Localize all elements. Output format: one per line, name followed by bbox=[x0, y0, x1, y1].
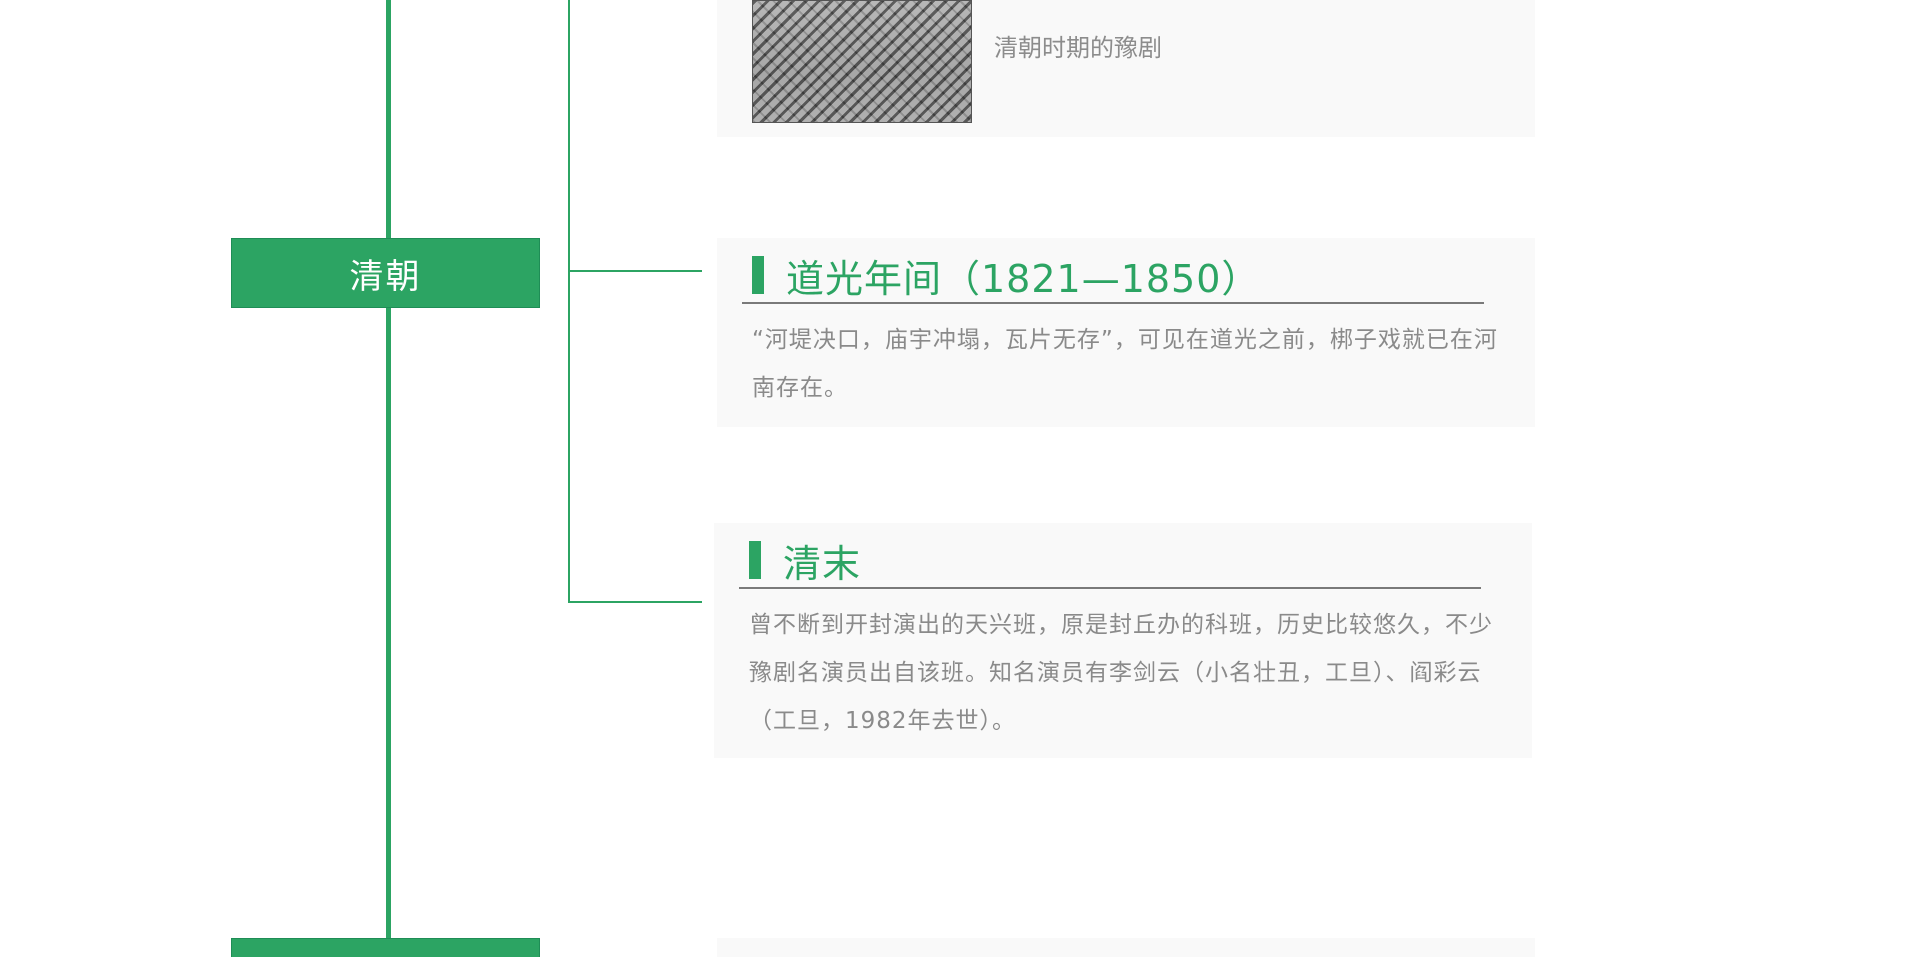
event-card-qingmo: 清末 曾不断到开封演出的天兴班，原是封丘办的科班，历史比较悠久，不少豫剧名演员出… bbox=[714, 523, 1532, 758]
era-label-qing: 清朝 bbox=[231, 238, 540, 308]
painting-card: 清朝时期的豫剧 bbox=[717, 0, 1535, 137]
timeline-page: 清朝 清朝时期的豫剧 道光年间（1821—1850） “河堤决口，庙宇冲塌，瓦片… bbox=[0, 0, 1920, 957]
card-title: 道光年间（1821—1850） bbox=[786, 256, 1261, 301]
card-body: 曾不断到开封演出的天兴班，原是封丘办的科班，历史比较悠久，不少豫剧名演员出自该班… bbox=[749, 612, 1493, 734]
event-card-daoguang: 道光年间（1821—1850） “河堤决口，庙宇冲塌，瓦片无存”，可见在道光之前… bbox=[717, 238, 1535, 427]
event-card-next bbox=[717, 938, 1535, 957]
card-body: “河堤决口，庙宇冲塌，瓦片无存”，可见在道光之前，梆子戏就已在河南存在。 bbox=[752, 327, 1498, 401]
card-title: 清末 bbox=[783, 541, 862, 586]
branch-connector-qingmo bbox=[568, 601, 702, 603]
title-marker-bar bbox=[752, 256, 764, 294]
era-label-next bbox=[231, 938, 540, 957]
title-marker-bar bbox=[749, 541, 761, 579]
qing-painting-image bbox=[752, 0, 972, 123]
painting-caption: 清朝时期的豫剧 bbox=[994, 34, 1162, 62]
card-title-row: 清末 bbox=[739, 533, 1481, 589]
card-title-row: 道光年间（1821—1850） bbox=[742, 248, 1484, 304]
branch-connector-daoguang bbox=[568, 270, 702, 272]
main-timeline-line bbox=[386, 0, 391, 957]
branch-connector-vertical bbox=[568, 0, 570, 602]
